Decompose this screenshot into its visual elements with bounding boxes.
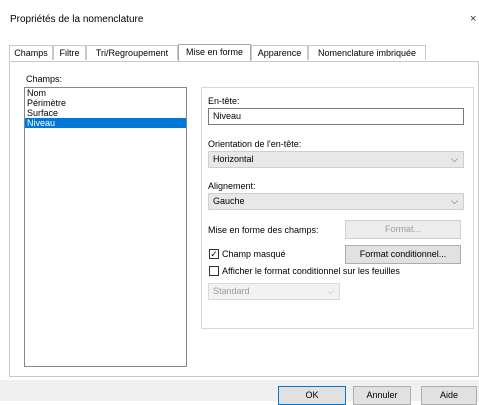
fields-list[interactable]: Nom Périmètre Surface Niveau	[24, 87, 187, 367]
tab-champs[interactable]: Champs	[9, 45, 53, 60]
show-conditional-checkbox[interactable]	[209, 266, 219, 276]
window-title: Propriétés de la nomenclature	[10, 14, 144, 25]
close-icon[interactable]: ×	[470, 13, 476, 25]
checkmark-icon: ✓	[210, 249, 218, 259]
tab-filtre[interactable]: Filtre	[53, 45, 86, 60]
tab-mise-en-forme[interactable]: Mise en forme	[178, 44, 251, 61]
list-item-perimetre[interactable]: Périmètre	[25, 98, 186, 108]
tab-apparence[interactable]: Apparence	[251, 45, 308, 60]
alignment-select[interactable]: Gauche ⌵	[208, 193, 464, 210]
hidden-field-checkbox[interactable]: ✓	[209, 249, 219, 259]
cancel-button[interactable]: Annuler	[353, 386, 411, 405]
orientation-label: Orientation de l'en-tête:	[208, 139, 302, 149]
list-item-niveau[interactable]: Niveau	[25, 118, 186, 128]
alignment-value: Gauche	[213, 196, 245, 206]
ok-button[interactable]: OK	[278, 386, 346, 405]
fields-label: Champs:	[26, 74, 63, 84]
header-input[interactable]: Niveau	[208, 108, 464, 125]
list-item-nom[interactable]: Nom	[25, 88, 186, 98]
chevron-down-icon: ⌵	[327, 286, 334, 296]
conditional-format-button[interactable]: Format conditionnel...	[345, 245, 461, 264]
format-button[interactable]: Format...	[345, 220, 461, 239]
chevron-down-icon: ⌵	[451, 196, 458, 206]
show-conditional-label: Afficher le format conditionnel sur les …	[222, 266, 400, 276]
tab-nomenclature-imbriquee[interactable]: Nomenclature imbriquée	[308, 45, 426, 60]
field-format-label: Mise en forme des champs:	[208, 225, 319, 235]
alignment-label: Alignement:	[208, 181, 256, 191]
header-label: En-tête:	[208, 96, 240, 106]
orientation-select[interactable]: Horizontal ⌵	[208, 151, 464, 168]
help-button[interactable]: Aide	[421, 386, 477, 405]
style-value: Standard	[213, 286, 250, 296]
hidden-field-label: Champ masqué	[222, 249, 286, 259]
list-item-surface[interactable]: Surface	[25, 108, 186, 118]
orientation-value: Horizontal	[213, 154, 254, 164]
chevron-down-icon: ⌵	[451, 154, 458, 164]
tab-tri-regroupement[interactable]: Tri/Regroupement	[86, 45, 178, 60]
style-select[interactable]: Standard ⌵	[208, 283, 340, 300]
